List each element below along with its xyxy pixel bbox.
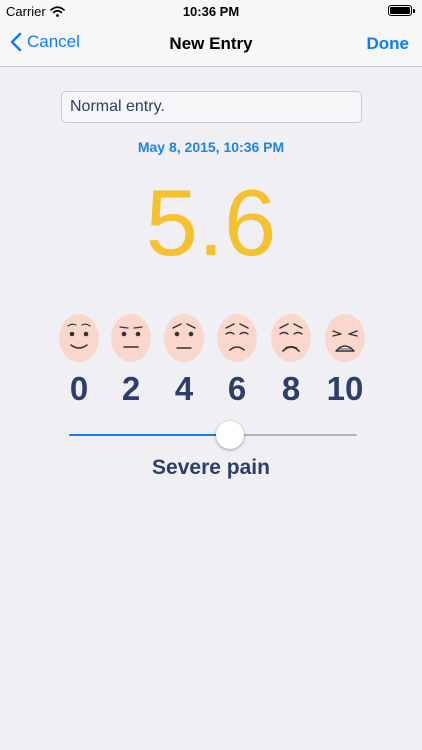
pain-description: Severe pain [152,456,270,479]
scale-label-2: 2 [121,370,141,407]
battery-icon [388,5,415,16]
cancel-button[interactable]: Cancel [10,32,80,52]
pain-scale-labels: 0 2 4 6 8 10 [0,370,422,410]
slider-thumb[interactable] [216,421,244,449]
done-button[interactable]: Done [367,34,410,54]
pain-score: 5.6 [145,170,277,275]
entry-date: May 8, 2015, 10:36 PM [137,139,285,155]
face-very-sad-icon [271,314,311,362]
scale-label-6: 6 [227,370,247,407]
scale-label-4: 4 [174,370,194,407]
face-sad-icon [217,314,257,362]
cancel-label: Cancel [27,32,80,51]
face-very-happy-icon [59,314,99,362]
slider-track-fill [69,434,230,436]
pain-slider[interactable] [69,420,357,450]
status-time: 10:36 PM [182,4,240,19]
note-input[interactable] [61,91,362,123]
chevron-left-icon [10,32,22,52]
face-neutral-icon [111,314,151,362]
navigation-bar: Cancel New Entry Done [0,22,422,67]
face-crying-icon [325,314,365,362]
scale-label-10: 10 [326,370,364,407]
scale-label-0: 0 [69,370,89,407]
scale-label-8: 8 [281,370,301,407]
face-worried-icon [164,314,204,362]
status-bar: Carrier 10:36 PM [0,0,422,22]
pain-faces-row [0,313,422,365]
